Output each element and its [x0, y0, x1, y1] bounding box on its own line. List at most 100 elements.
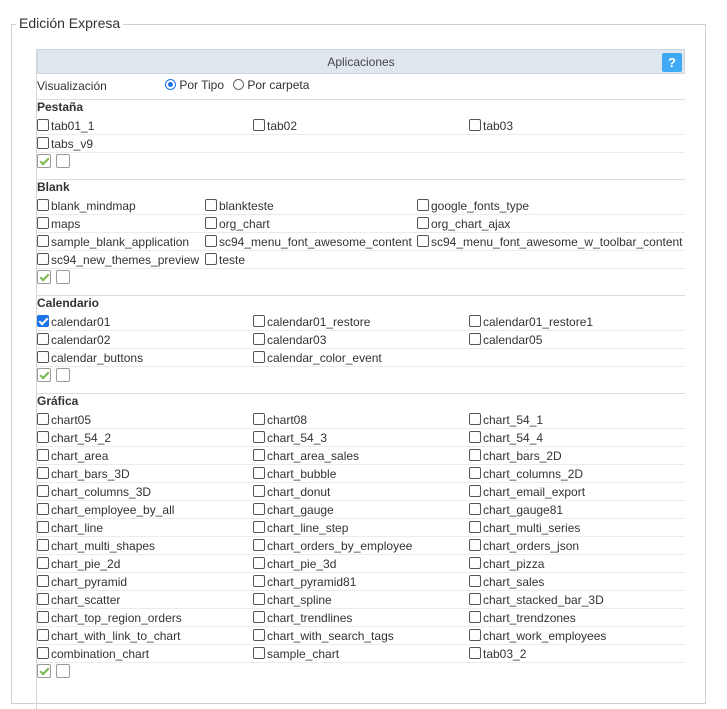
checkbox-icon[interactable]: [205, 235, 217, 247]
app-checkbox-item[interactable]: chart_spline: [253, 591, 332, 609]
checkbox-icon[interactable]: [469, 119, 481, 131]
checkbox-icon[interactable]: [253, 539, 265, 551]
checkbox-icon[interactable]: [37, 119, 49, 131]
app-checkbox-item[interactable]: chart_columns_2D: [469, 465, 583, 483]
checkbox-icon[interactable]: [253, 431, 265, 443]
app-checkbox-item[interactable]: chart_area: [37, 447, 108, 465]
checkbox-icon[interactable]: [469, 467, 481, 479]
app-checkbox-item[interactable]: chart_54_4: [469, 429, 543, 447]
checkbox-icon[interactable]: [37, 503, 49, 515]
app-checkbox-item[interactable]: org_chart_ajax: [417, 215, 510, 233]
app-checkbox-item[interactable]: sample_blank_application: [37, 233, 189, 251]
checkbox-icon[interactable]: [37, 557, 49, 569]
checkbox-icon[interactable]: [253, 521, 265, 533]
checkbox-icon[interactable]: [253, 413, 265, 425]
checkbox-icon[interactable]: [205, 253, 217, 265]
app-checkbox-item[interactable]: chart_sales: [469, 573, 544, 591]
select-all-button[interactable]: [37, 270, 51, 284]
app-checkbox-item[interactable]: chart_pizza: [469, 555, 544, 573]
app-checkbox-item[interactable]: calendar_buttons: [37, 349, 143, 367]
app-checkbox-item[interactable]: calendar01: [37, 313, 110, 331]
app-checkbox-item[interactable]: chart_54_3: [253, 429, 327, 447]
app-checkbox-item[interactable]: combination_chart: [37, 645, 149, 663]
app-checkbox-item[interactable]: chart_54_1: [469, 411, 543, 429]
app-checkbox-item[interactable]: tab02: [253, 117, 297, 135]
app-checkbox-item[interactable]: chart_stacked_bar_3D: [469, 591, 604, 609]
checkbox-icon[interactable]: [469, 611, 481, 623]
checkbox-icon[interactable]: [253, 647, 265, 659]
app-checkbox-item[interactable]: sc94_menu_font_awesome_w_toolbar_content: [417, 233, 683, 251]
app-checkbox-item[interactable]: chart_pie_3d: [253, 555, 336, 573]
app-checkbox-item[interactable]: tabs_v9: [37, 135, 93, 153]
checkbox-icon[interactable]: [469, 593, 481, 605]
checkbox-icon[interactable]: [469, 521, 481, 533]
select-all-button[interactable]: [37, 368, 51, 382]
checkbox-icon[interactable]: [469, 557, 481, 569]
checkbox-icon[interactable]: [37, 137, 49, 149]
checkbox-icon[interactable]: [37, 647, 49, 659]
app-checkbox-item[interactable]: chart_54_2: [37, 429, 111, 447]
checkbox-icon[interactable]: [37, 253, 49, 265]
app-checkbox-item[interactable]: chart_pie_2d: [37, 555, 120, 573]
checkbox-icon[interactable]: [253, 629, 265, 641]
checkbox-icon[interactable]: [253, 315, 265, 327]
checkbox-icon[interactable]: [253, 351, 265, 363]
checkbox-icon[interactable]: [37, 449, 49, 461]
app-checkbox-item[interactable]: chart_pyramid: [37, 573, 127, 591]
checkbox-icon[interactable]: [469, 485, 481, 497]
app-checkbox-item[interactable]: sample_chart: [253, 645, 339, 663]
checkbox-icon[interactable]: [253, 467, 265, 479]
checkbox-icon[interactable]: [253, 593, 265, 605]
app-checkbox-item[interactable]: chart_work_employees: [469, 627, 606, 645]
app-checkbox-item[interactable]: calendar01_restore1: [469, 313, 593, 331]
deselect-all-button[interactable]: [56, 368, 70, 382]
checkbox-icon[interactable]: [205, 199, 217, 211]
checkbox-icon[interactable]: [469, 647, 481, 659]
checkbox-icon[interactable]: [469, 629, 481, 641]
app-checkbox-item[interactable]: tab03_2: [469, 645, 526, 663]
app-checkbox-item[interactable]: tab03: [469, 117, 513, 135]
checkbox-icon[interactable]: [37, 521, 49, 533]
select-all-button[interactable]: [37, 664, 51, 678]
checkbox-icon[interactable]: [37, 351, 49, 363]
app-checkbox-item[interactable]: chart_with_search_tags: [253, 627, 394, 645]
app-checkbox-item[interactable]: sc94_menu_font_awesome_content: [205, 233, 412, 251]
checkbox-icon[interactable]: [253, 611, 265, 623]
checkbox-icon[interactable]: [37, 575, 49, 587]
app-checkbox-item[interactable]: chart_trendzones: [469, 609, 576, 627]
checkbox-icon[interactable]: [469, 315, 481, 327]
checkbox-icon[interactable]: [37, 539, 49, 551]
app-checkbox-item[interactable]: calendar03: [253, 331, 326, 349]
checkbox-icon[interactable]: [253, 557, 265, 569]
deselect-all-button[interactable]: [56, 154, 70, 168]
checkbox-icon[interactable]: [253, 485, 265, 497]
app-checkbox-item[interactable]: chart_multi_shapes: [37, 537, 155, 555]
app-checkbox-item[interactable]: blank_mindmap: [37, 197, 136, 215]
deselect-all-button[interactable]: [56, 270, 70, 284]
app-checkbox-item[interactable]: chart_gauge: [253, 501, 334, 519]
app-checkbox-item[interactable]: chart_orders_by_employee: [253, 537, 412, 555]
checkbox-icon[interactable]: [37, 333, 49, 345]
app-checkbox-item[interactable]: chart_gauge81: [469, 501, 563, 519]
checkbox-icon[interactable]: [37, 431, 49, 443]
checkbox-icon[interactable]: [417, 199, 429, 211]
app-checkbox-item[interactable]: calendar05: [469, 331, 542, 349]
checkbox-icon[interactable]: [253, 119, 265, 131]
app-checkbox-item[interactable]: chart_trendlines: [253, 609, 352, 627]
app-checkbox-item[interactable]: chart_orders_json: [469, 537, 579, 555]
checkbox-icon[interactable]: [37, 199, 49, 211]
app-checkbox-item[interactable]: sc94_new_themes_preview: [37, 251, 199, 269]
checkbox-icon[interactable]: [469, 539, 481, 551]
checkbox-icon[interactable]: [205, 217, 217, 229]
checkbox-icon[interactable]: [469, 449, 481, 461]
checkbox-icon[interactable]: [37, 235, 49, 247]
app-checkbox-item[interactable]: chart_email_export: [469, 483, 585, 501]
radio-por-tipo[interactable]: Por Tipo: [165, 78, 224, 92]
app-checkbox-item[interactable]: blankteste: [205, 197, 274, 215]
app-checkbox-item[interactable]: chart_with_link_to_chart: [37, 627, 180, 645]
checkbox-checked-icon[interactable]: [37, 315, 49, 327]
checkbox-icon[interactable]: [469, 413, 481, 425]
checkbox-icon[interactable]: [37, 467, 49, 479]
app-checkbox-item[interactable]: chart05: [37, 411, 91, 429]
app-checkbox-item[interactable]: calendar_color_event: [253, 349, 382, 367]
